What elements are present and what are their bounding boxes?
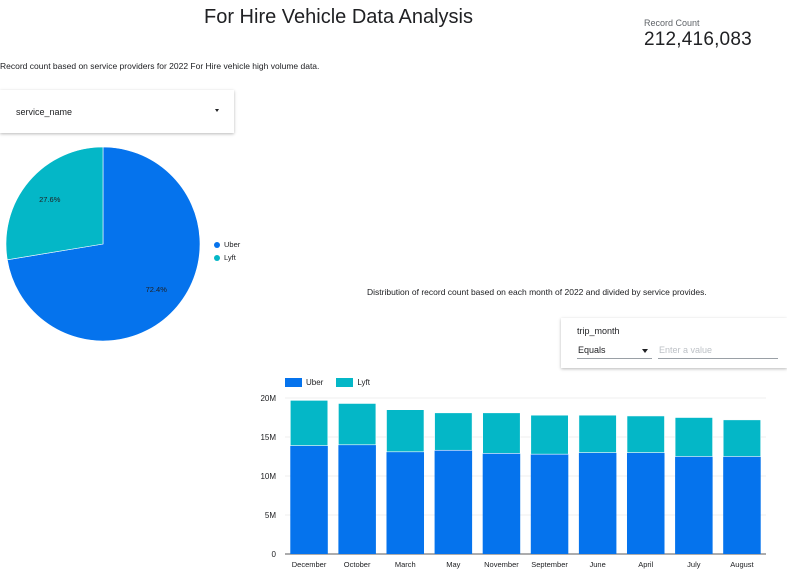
bar-uber-march[interactable] — [386, 451, 425, 554]
bar-uber-october[interactable] — [338, 444, 376, 554]
monthly-record-count-bar-chart: 0 5M 10M 15M 20M December October March May Novem… — [260, 394, 766, 569]
bar-uber-april[interactable] — [626, 452, 665, 554]
x-tick-label: September — [531, 560, 568, 569]
bar-lyft-april[interactable] — [626, 415, 665, 453]
y-tick-label: 0 — [272, 550, 277, 559]
bar-uber-august[interactable] — [723, 456, 761, 555]
x-tick-label: July — [687, 560, 701, 569]
y-tick-label: 5M — [265, 511, 276, 520]
x-tick-label: June — [590, 560, 606, 569]
y-tick-label: 20M — [260, 394, 276, 403]
y-tick-label: 10M — [260, 472, 276, 481]
x-tick-label: March — [395, 560, 416, 569]
x-tick-label: April — [638, 560, 653, 569]
bar-lyft-november[interactable] — [482, 412, 521, 454]
bar-lyft-june[interactable] — [578, 414, 617, 453]
bar-lyft-may[interactable] — [434, 412, 473, 451]
x-tick-label: May — [446, 560, 460, 569]
x-tick-label: November — [484, 560, 519, 569]
bar-lyft-july[interactable] — [674, 417, 713, 457]
bar-lyft-october[interactable] — [338, 403, 377, 446]
y-tick-label: 15M — [260, 433, 276, 442]
x-tick-label: December — [292, 560, 327, 569]
x-tick-label: August — [730, 560, 754, 569]
bar-lyft-december[interactable] — [289, 400, 329, 446]
bar-lyft-september[interactable] — [530, 414, 569, 455]
x-tick-label: October — [344, 560, 371, 569]
bar-lyft-march[interactable] — [386, 409, 425, 453]
bar-uber-june[interactable] — [578, 452, 617, 554]
bar-uber-september[interactable] — [530, 454, 569, 554]
bar-uber-november[interactable] — [482, 453, 521, 554]
bar-lyft-august[interactable] — [722, 419, 762, 457]
bar-uber-december[interactable] — [290, 445, 328, 554]
bar-uber-may[interactable] — [434, 450, 473, 554]
bar-uber-july[interactable] — [675, 456, 713, 555]
